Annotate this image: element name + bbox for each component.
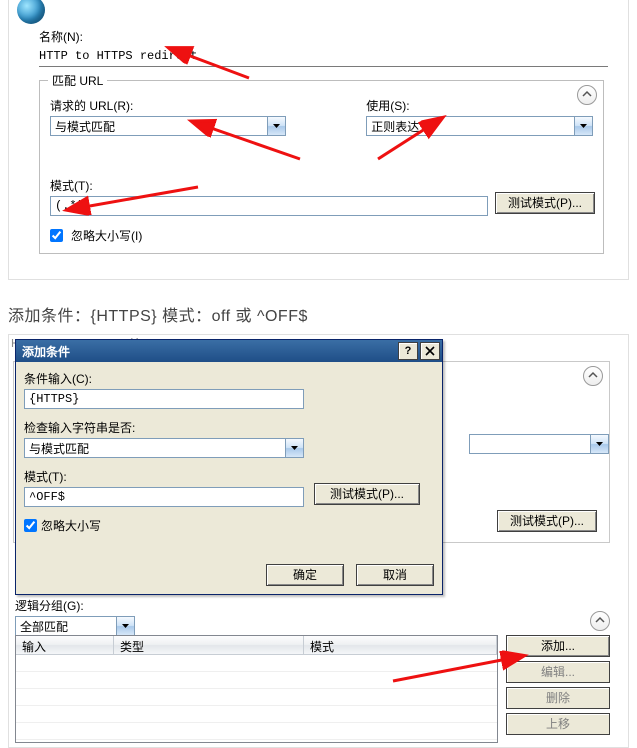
caption-text: 添加条件：{HTTPS} 模式：off 或 ^OFF$: [8, 302, 629, 326]
requested-url-label: 请求的 URL(R):: [50, 97, 286, 114]
dialog-title-text: 添加条件: [22, 343, 70, 360]
conditions-panel: HTTP to HTTPS redirect 测试模式(P)... 逻辑分组(G…: [8, 334, 629, 748]
dlg-ignore-case-label: 忽略大小写: [41, 517, 101, 534]
table-row[interactable]: [16, 655, 497, 672]
table-row[interactable]: [16, 706, 497, 723]
rule-editor-panel: 名称(N): 匹配 URL 请求的 URL(R): 与模式匹配: [8, 0, 629, 280]
dlg-pattern-input[interactable]: [24, 487, 304, 507]
use-select[interactable]: 正则表达式: [366, 116, 593, 136]
cond-input-label: 条件输入(C):: [24, 370, 434, 387]
chevron-down-icon: [116, 617, 134, 635]
col-input[interactable]: 输入: [16, 636, 114, 654]
col-pattern[interactable]: 模式: [304, 636, 497, 654]
dialog-titlebar[interactable]: 添加条件 ?: [16, 340, 442, 362]
table-row[interactable]: [16, 689, 497, 706]
cancel-button[interactable]: 取消: [356, 564, 434, 586]
add-condition-dialog: 添加条件 ? 条件输入(C): 检查输入字符串是否: 与模式匹配: [15, 339, 443, 595]
pattern-input[interactable]: [50, 196, 488, 216]
collapse-button[interactable]: [590, 611, 610, 631]
name-label: 名称(N):: [39, 28, 608, 45]
delete-condition-button[interactable]: 删除: [506, 687, 610, 709]
edit-condition-button[interactable]: 编辑...: [506, 661, 610, 683]
test-pattern-button-bg[interactable]: 测试模式(P)...: [497, 510, 597, 532]
match-url-fieldset: 匹配 URL 请求的 URL(R): 与模式匹配 使用(S):: [39, 80, 604, 254]
check-label: 检查输入字符串是否:: [24, 419, 434, 436]
help-button[interactable]: ?: [398, 342, 418, 360]
close-icon: [425, 346, 435, 356]
add-condition-button[interactable]: 添加...: [506, 635, 610, 657]
conditions-table[interactable]: 输入 类型 模式: [15, 635, 498, 743]
match-url-legend: 匹配 URL: [48, 72, 107, 89]
name-input[interactable]: [39, 47, 608, 67]
collapse-button[interactable]: [583, 366, 603, 386]
move-up-button[interactable]: 上移: [506, 713, 610, 735]
use-label: 使用(S):: [366, 97, 593, 114]
dlg-ignore-case-checkbox[interactable]: [24, 519, 37, 532]
requested-url-select[interactable]: 与模式匹配: [50, 116, 286, 136]
use-select-bg[interactable]: [469, 434, 609, 454]
logic-group-label: 逻辑分组(G):: [15, 597, 610, 614]
dlg-test-pattern-button[interactable]: 测试模式(P)...: [314, 483, 420, 505]
logic-group-select[interactable]: 全部匹配: [15, 616, 135, 636]
globe-icon: [17, 0, 45, 24]
table-row[interactable]: [16, 672, 497, 689]
close-button[interactable]: [420, 342, 440, 360]
test-pattern-button[interactable]: 测试模式(P)...: [495, 192, 595, 214]
chevron-down-icon: [590, 435, 608, 453]
ignore-case-label: 忽略大小写(I): [71, 227, 142, 244]
check-select[interactable]: 与模式匹配: [24, 438, 304, 458]
chevron-down-icon: [267, 117, 285, 135]
col-type[interactable]: 类型: [114, 636, 304, 654]
ignore-case-checkbox[interactable]: [50, 229, 63, 242]
chevron-down-icon: [285, 439, 303, 457]
cond-input-field[interactable]: [24, 389, 304, 409]
table-row[interactable]: [16, 723, 497, 740]
chevron-down-icon: [574, 117, 592, 135]
ok-button[interactable]: 确定: [266, 564, 344, 586]
